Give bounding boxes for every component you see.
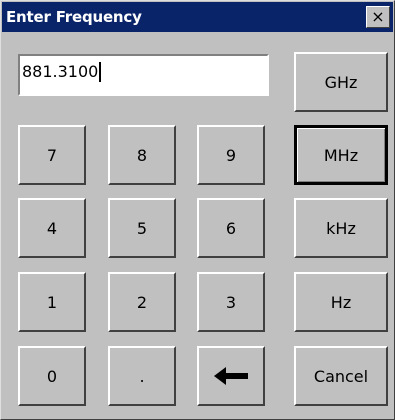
ghz-button[interactable]: GHz [294, 52, 388, 112]
key-3[interactable]: 3 [197, 272, 265, 332]
backspace-button[interactable] [197, 346, 265, 406]
close-icon: × [371, 7, 385, 26]
key-0[interactable]: 0 [18, 346, 86, 406]
key-5[interactable]: 5 [108, 198, 176, 258]
key-6[interactable]: 6 [197, 198, 265, 258]
key-4[interactable]: 4 [18, 198, 86, 258]
key-2[interactable]: 2 [108, 272, 176, 332]
close-button[interactable]: × [366, 6, 390, 28]
key-decimal-point[interactable]: . [108, 346, 176, 406]
key-8[interactable]: 8 [108, 125, 176, 185]
left-arrow-icon [214, 367, 248, 385]
enter-frequency-dialog: Enter Frequency × 881.3100 7 8 9 4 5 6 1… [0, 0, 395, 420]
khz-button[interactable]: kHz [294, 198, 388, 258]
mhz-button[interactable]: MHz [294, 125, 388, 185]
key-9[interactable]: 9 [197, 125, 265, 185]
title-bar: Enter Frequency × [2, 2, 393, 32]
text-caret [99, 62, 101, 82]
key-1[interactable]: 1 [18, 272, 86, 332]
hz-button[interactable]: Hz [294, 272, 388, 332]
key-7[interactable]: 7 [18, 125, 86, 185]
cancel-button[interactable]: Cancel [294, 346, 388, 406]
dialog-title: Enter Frequency [6, 8, 142, 26]
frequency-value: 881.3100 [22, 62, 99, 81]
